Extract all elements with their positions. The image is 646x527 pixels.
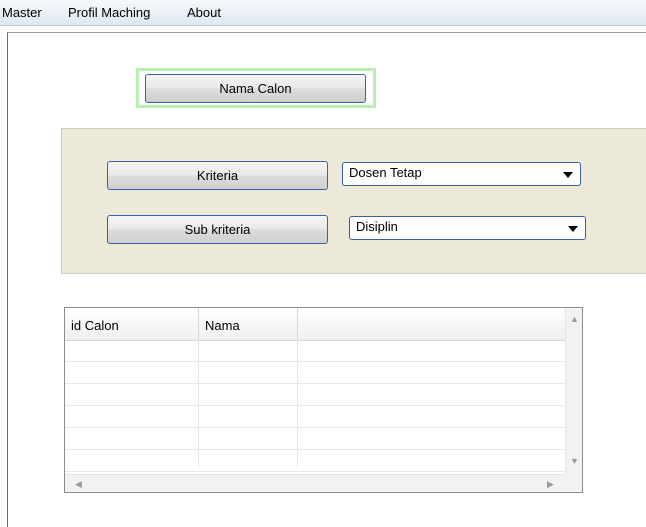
scroll-down-arrow-icon[interactable]: ▼	[570, 456, 579, 466]
horizontal-scrollbar[interactable]: ◀ ▶	[65, 474, 566, 492]
table-row[interactable]	[65, 406, 566, 428]
table-row[interactable]	[65, 428, 566, 450]
calon-data-grid[interactable]: id Calon Nama ▲ ▼ ◀ ▶	[64, 307, 583, 493]
nama-calon-button[interactable]: Nama Calon	[145, 74, 366, 103]
criteria-panel	[61, 128, 646, 274]
table-row[interactable]	[65, 450, 566, 472]
column-header-nama[interactable]: Nama	[199, 308, 298, 340]
kriteria-button[interactable]: Kriteria	[107, 161, 328, 190]
scroll-up-arrow-icon[interactable]: ▲	[570, 314, 579, 324]
menu-item-profil-maching[interactable]: Profil Maching	[68, 5, 150, 20]
sub-kriteria-dropdown-value: Disiplin	[356, 219, 398, 234]
menu-bar: Master Profil Maching About	[0, 0, 646, 26]
grid-header: id Calon Nama	[65, 308, 566, 341]
vertical-scrollbar[interactable]: ▲ ▼	[565, 308, 582, 474]
sub-kriteria-button[interactable]: Sub kriteria	[107, 215, 328, 244]
scroll-right-arrow-icon[interactable]: ▶	[547, 479, 554, 489]
chevron-down-icon[interactable]	[563, 172, 573, 178]
content-border-top	[7, 32, 646, 33]
content-border-left	[7, 33, 8, 527]
kriteria-dropdown-value: Dosen Tetap	[349, 165, 422, 180]
column-divider	[297, 340, 298, 468]
menu-item-about[interactable]: About	[187, 5, 221, 20]
table-row[interactable]	[65, 362, 566, 384]
column-divider	[198, 340, 199, 468]
table-row[interactable]	[65, 340, 566, 362]
chevron-down-icon[interactable]	[568, 226, 578, 232]
scrollbar-corner	[565, 474, 582, 492]
table-row[interactable]	[65, 384, 566, 406]
scroll-left-arrow-icon[interactable]: ◀	[75, 479, 82, 489]
sub-kriteria-dropdown[interactable]: Disiplin	[349, 216, 586, 240]
column-header-id-calon[interactable]: id Calon	[65, 308, 199, 340]
menu-item-master[interactable]: Master	[2, 5, 42, 20]
kriteria-dropdown[interactable]: Dosen Tetap	[342, 162, 581, 186]
